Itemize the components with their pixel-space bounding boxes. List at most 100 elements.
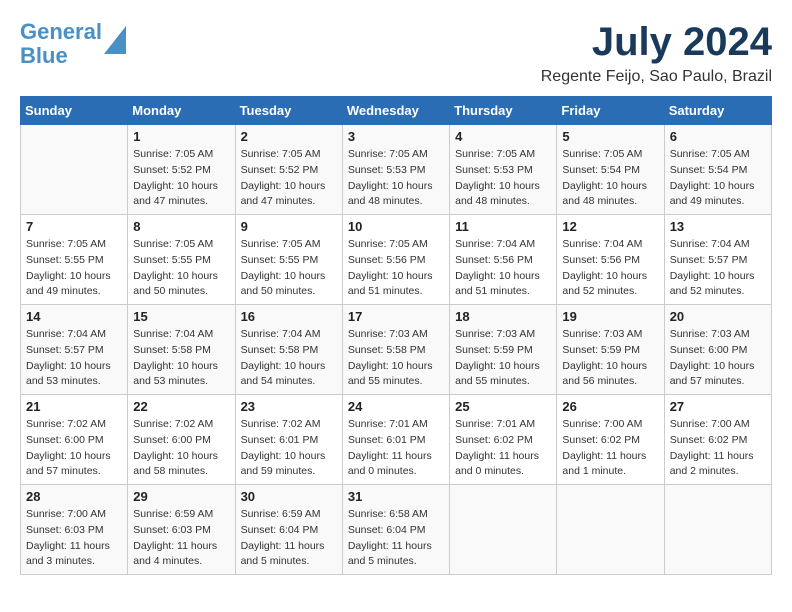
- day-info: Sunrise: 7:00 AMSunset: 6:02 PMDaylight:…: [670, 418, 754, 477]
- day-number: 27: [670, 399, 766, 414]
- calendar-cell: 7 Sunrise: 7:05 AMSunset: 5:55 PMDayligh…: [21, 215, 128, 305]
- calendar-cell: [450, 485, 557, 575]
- calendar-cell: 26 Sunrise: 7:00 AMSunset: 6:02 PMDaylig…: [557, 395, 664, 485]
- day-number: 1: [133, 129, 229, 144]
- day-number: 4: [455, 129, 551, 144]
- calendar-cell: 20 Sunrise: 7:03 AMSunset: 6:00 PMDaylig…: [664, 305, 771, 395]
- day-number: 14: [26, 309, 122, 324]
- day-info: Sunrise: 7:04 AMSunset: 5:56 PMDaylight:…: [455, 238, 540, 297]
- day-info: Sunrise: 6:59 AMSunset: 6:03 PMDaylight:…: [133, 508, 217, 567]
- day-info: Sunrise: 7:04 AMSunset: 5:58 PMDaylight:…: [241, 328, 326, 387]
- day-number: 8: [133, 219, 229, 234]
- calendar-cell: 11 Sunrise: 7:04 AMSunset: 5:56 PMDaylig…: [450, 215, 557, 305]
- day-number: 21: [26, 399, 122, 414]
- calendar-cell: 5 Sunrise: 7:05 AMSunset: 5:54 PMDayligh…: [557, 125, 664, 215]
- calendar-cell: 30 Sunrise: 6:59 AMSunset: 6:04 PMDaylig…: [235, 485, 342, 575]
- title-block: July 2024 Regente Feijo, Sao Paulo, Braz…: [541, 20, 772, 86]
- month-title: July 2024: [541, 20, 772, 64]
- day-info: Sunrise: 7:02 AMSunset: 6:01 PMDaylight:…: [241, 418, 326, 477]
- calendar-cell: 29 Sunrise: 6:59 AMSunset: 6:03 PMDaylig…: [128, 485, 235, 575]
- header-day-tuesday: Tuesday: [235, 97, 342, 125]
- calendar-header-row: SundayMondayTuesdayWednesdayThursdayFrid…: [21, 97, 772, 125]
- day-number: 31: [348, 489, 444, 504]
- calendar-cell: 10 Sunrise: 7:05 AMSunset: 5:56 PMDaylig…: [342, 215, 449, 305]
- day-number: 30: [241, 489, 337, 504]
- day-info: Sunrise: 7:00 AMSunset: 6:03 PMDaylight:…: [26, 508, 110, 567]
- day-info: Sunrise: 7:04 AMSunset: 5:56 PMDaylight:…: [562, 238, 647, 297]
- day-number: 23: [241, 399, 337, 414]
- day-number: 16: [241, 309, 337, 324]
- day-info: Sunrise: 6:59 AMSunset: 6:04 PMDaylight:…: [241, 508, 325, 567]
- day-info: Sunrise: 7:05 AMSunset: 5:55 PMDaylight:…: [26, 238, 111, 297]
- header-day-wednesday: Wednesday: [342, 97, 449, 125]
- calendar-cell: [557, 485, 664, 575]
- day-info: Sunrise: 7:05 AMSunset: 5:55 PMDaylight:…: [241, 238, 326, 297]
- calendar-week-row: 14 Sunrise: 7:04 AMSunset: 5:57 PMDaylig…: [21, 305, 772, 395]
- day-info: Sunrise: 7:01 AMSunset: 6:01 PMDaylight:…: [348, 418, 432, 477]
- calendar-cell: 25 Sunrise: 7:01 AMSunset: 6:02 PMDaylig…: [450, 395, 557, 485]
- calendar-cell: 18 Sunrise: 7:03 AMSunset: 5:59 PMDaylig…: [450, 305, 557, 395]
- day-info: Sunrise: 7:03 AMSunset: 5:59 PMDaylight:…: [562, 328, 647, 387]
- day-info: Sunrise: 7:05 AMSunset: 5:52 PMDaylight:…: [241, 148, 326, 207]
- calendar-cell: 2 Sunrise: 7:05 AMSunset: 5:52 PMDayligh…: [235, 125, 342, 215]
- header-day-saturday: Saturday: [664, 97, 771, 125]
- day-info: Sunrise: 7:05 AMSunset: 5:54 PMDaylight:…: [670, 148, 755, 207]
- day-number: 6: [670, 129, 766, 144]
- day-info: Sunrise: 7:03 AMSunset: 6:00 PMDaylight:…: [670, 328, 755, 387]
- day-number: 13: [670, 219, 766, 234]
- day-number: 2: [241, 129, 337, 144]
- header-day-sunday: Sunday: [21, 97, 128, 125]
- calendar-cell: 3 Sunrise: 7:05 AMSunset: 5:53 PMDayligh…: [342, 125, 449, 215]
- day-info: Sunrise: 7:05 AMSunset: 5:53 PMDaylight:…: [348, 148, 433, 207]
- header-day-friday: Friday: [557, 97, 664, 125]
- calendar-cell: 22 Sunrise: 7:02 AMSunset: 6:00 PMDaylig…: [128, 395, 235, 485]
- header-day-thursday: Thursday: [450, 97, 557, 125]
- day-number: 22: [133, 399, 229, 414]
- calendar-cell: 17 Sunrise: 7:03 AMSunset: 5:58 PMDaylig…: [342, 305, 449, 395]
- day-number: 26: [562, 399, 658, 414]
- calendar-cell: 24 Sunrise: 7:01 AMSunset: 6:01 PMDaylig…: [342, 395, 449, 485]
- day-number: 3: [348, 129, 444, 144]
- day-number: 29: [133, 489, 229, 504]
- day-info: Sunrise: 7:02 AMSunset: 6:00 PMDaylight:…: [26, 418, 111, 477]
- day-number: 15: [133, 309, 229, 324]
- calendar-cell: 8 Sunrise: 7:05 AMSunset: 5:55 PMDayligh…: [128, 215, 235, 305]
- day-number: 11: [455, 219, 551, 234]
- calendar-table: SundayMondayTuesdayWednesdayThursdayFrid…: [20, 96, 772, 575]
- calendar-week-row: 28 Sunrise: 7:00 AMSunset: 6:03 PMDaylig…: [21, 485, 772, 575]
- day-info: Sunrise: 7:05 AMSunset: 5:56 PMDaylight:…: [348, 238, 433, 297]
- calendar-cell: 13 Sunrise: 7:04 AMSunset: 5:57 PMDaylig…: [664, 215, 771, 305]
- location: Regente Feijo, Sao Paulo, Brazil: [541, 68, 772, 86]
- calendar-cell: 16 Sunrise: 7:04 AMSunset: 5:58 PMDaylig…: [235, 305, 342, 395]
- day-info: Sunrise: 7:05 AMSunset: 5:53 PMDaylight:…: [455, 148, 540, 207]
- logo: GeneralBlue: [20, 20, 126, 68]
- day-number: 9: [241, 219, 337, 234]
- calendar-cell: 15 Sunrise: 7:04 AMSunset: 5:58 PMDaylig…: [128, 305, 235, 395]
- calendar-cell: [21, 125, 128, 215]
- day-number: 18: [455, 309, 551, 324]
- day-number: 12: [562, 219, 658, 234]
- calendar-week-row: 21 Sunrise: 7:02 AMSunset: 6:00 PMDaylig…: [21, 395, 772, 485]
- calendar-cell: 1 Sunrise: 7:05 AMSunset: 5:52 PMDayligh…: [128, 125, 235, 215]
- page-header: GeneralBlue July 2024 Regente Feijo, Sao…: [20, 20, 772, 86]
- calendar-cell: [664, 485, 771, 575]
- day-info: Sunrise: 7:04 AMSunset: 5:57 PMDaylight:…: [26, 328, 111, 387]
- calendar-cell: 31 Sunrise: 6:58 AMSunset: 6:04 PMDaylig…: [342, 485, 449, 575]
- calendar-cell: 19 Sunrise: 7:03 AMSunset: 5:59 PMDaylig…: [557, 305, 664, 395]
- day-info: Sunrise: 7:05 AMSunset: 5:52 PMDaylight:…: [133, 148, 218, 207]
- calendar-cell: 21 Sunrise: 7:02 AMSunset: 6:00 PMDaylig…: [21, 395, 128, 485]
- day-info: Sunrise: 6:58 AMSunset: 6:04 PMDaylight:…: [348, 508, 432, 567]
- day-info: Sunrise: 7:04 AMSunset: 5:58 PMDaylight:…: [133, 328, 218, 387]
- calendar-cell: 12 Sunrise: 7:04 AMSunset: 5:56 PMDaylig…: [557, 215, 664, 305]
- header-day-monday: Monday: [128, 97, 235, 125]
- day-number: 19: [562, 309, 658, 324]
- day-number: 20: [670, 309, 766, 324]
- day-info: Sunrise: 7:03 AMSunset: 5:58 PMDaylight:…: [348, 328, 433, 387]
- day-number: 25: [455, 399, 551, 414]
- calendar-cell: 4 Sunrise: 7:05 AMSunset: 5:53 PMDayligh…: [450, 125, 557, 215]
- day-info: Sunrise: 7:01 AMSunset: 6:02 PMDaylight:…: [455, 418, 539, 477]
- day-info: Sunrise: 7:00 AMSunset: 6:02 PMDaylight:…: [562, 418, 646, 477]
- calendar-body: 1 Sunrise: 7:05 AMSunset: 5:52 PMDayligh…: [21, 125, 772, 575]
- calendar-cell: 9 Sunrise: 7:05 AMSunset: 5:55 PMDayligh…: [235, 215, 342, 305]
- day-info: Sunrise: 7:03 AMSunset: 5:59 PMDaylight:…: [455, 328, 540, 387]
